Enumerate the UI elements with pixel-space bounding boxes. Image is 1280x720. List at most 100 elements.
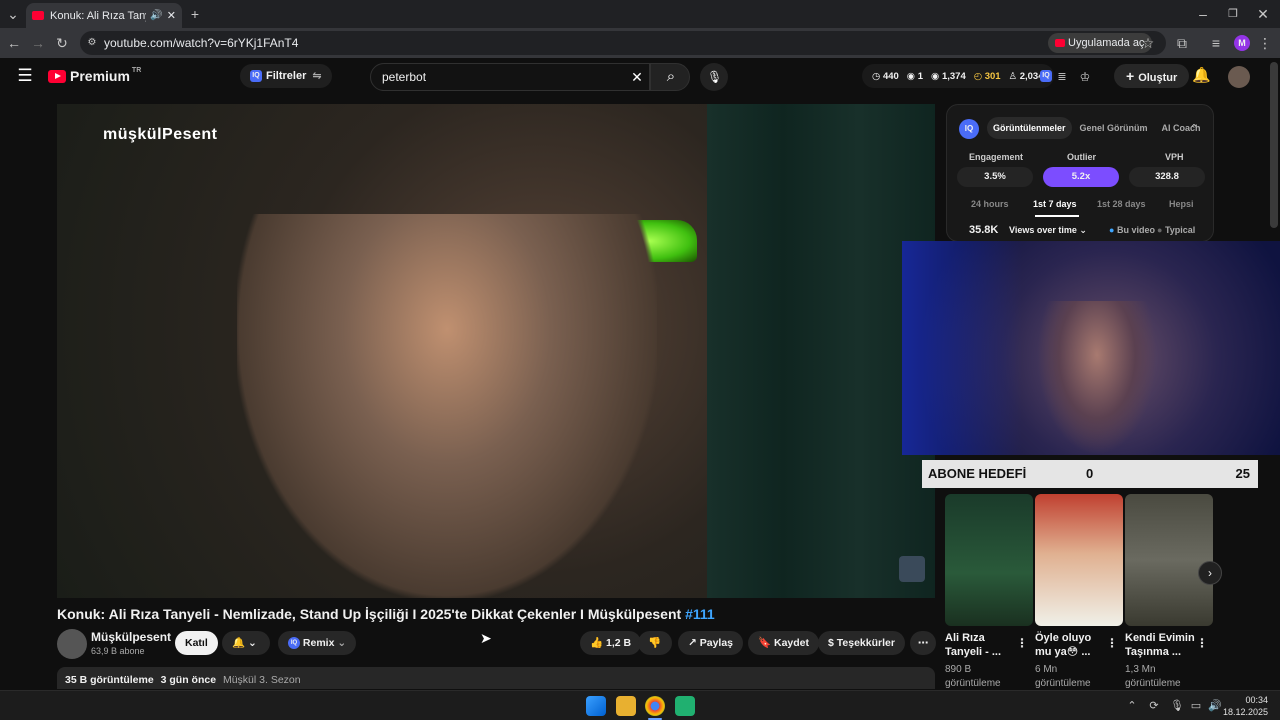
list-icon[interactable]: ≣ [1055,69,1069,85]
clear-search-icon[interactable]: ✕ [630,69,644,85]
trophy-icon[interactable]: ♔ [1078,69,1092,85]
video-title-text: Konuk: Ali Rıza Tanyeli - Nemlizade, Sta… [57,606,682,622]
collapse-chevron-icon[interactable]: ⌃ [1187,121,1201,137]
profile-avatar[interactable]: M [1234,35,1250,51]
channel-name[interactable]: Müşkülpesent [91,630,171,644]
back-icon[interactable]: ← [6,35,22,51]
description-box[interactable]: 35 B görüntüleme 3 gün önce Müşkül 3. Se… [57,667,935,689]
tab-close-icon[interactable]: ✕ [167,9,176,22]
voice-search-button[interactable]: 🎙 [700,63,728,91]
file-explorer-icon[interactable] [616,696,636,716]
channel-branding-icon[interactable] [899,556,925,582]
metric-engagement-label: Engagement [969,152,1024,162]
rec-more-icon-2[interactable]: ⋮ [1106,636,1118,650]
range-7d[interactable]: 1st 7 days [1033,199,1077,209]
more-actions-icon[interactable]: ⋯ [910,631,936,655]
metric-vph-value: 328.8 [1129,167,1205,187]
reload-icon[interactable]: ↻ [54,35,70,51]
media-queue-icon[interactable]: ≡ [1208,35,1224,51]
video-player[interactable]: müşkülPesent [57,104,935,598]
window-close-icon[interactable]: ✕ [1256,6,1270,22]
remix-button[interactable]: IQ Remix ⌄ [278,631,357,655]
tab-overview[interactable]: Genel Görünüm [1074,117,1154,139]
bookmark-star-icon[interactable]: ☆ [1140,35,1156,51]
hamburger-menu-icon[interactable]: ☰ [16,67,34,84]
tray-sync-icon[interactable]: ⟳ [1148,698,1160,714]
dislike-button[interactable]: 👎 [638,631,672,655]
video-hashtag[interactable]: #111 [685,606,715,622]
taskbar-clock[interactable]: 00:34 18.12.2025 [1223,694,1268,718]
app-icon[interactable] [675,696,695,716]
like-button[interactable]: 👍 1,2 B [580,631,642,655]
windows-start-icon[interactable] [586,696,606,716]
rec-more-icon-1[interactable]: ⋮ [1016,636,1028,650]
tray-volume-icon[interactable]: 🔊 [1208,698,1222,714]
series-tag[interactable]: Müşkül 3. Sezon [223,674,301,686]
extensions-icon[interactable]: ⧉ [1174,35,1190,51]
youtube-play-icon [48,69,66,83]
browser-menu-icon[interactable]: ⋮ [1258,35,1272,51]
rec-title-2[interactable]: Öyle oluyo mu ya😳 ... [1035,631,1107,659]
legend-typical: ● Typical [1157,225,1196,235]
bell-icon: 🔔 [232,637,246,649]
rec-thumbnail-2[interactable] [1035,494,1123,626]
tray-display-icon[interactable]: ▭ [1190,698,1202,714]
browser-tab[interactable]: Konuk: Ali Rıza Tanyeli - Ne 🔊 ✕ [26,3,182,28]
sliders-icon: ⇋ [312,70,322,82]
share-button[interactable]: ↗ Paylaş [678,631,744,655]
tab-audio-icon[interactable]: 🔊 [150,10,162,21]
person-icon: ♙ [1008,70,1018,82]
stat-views: ◉ 1,374 [931,70,966,82]
account-avatar[interactable] [1228,66,1250,88]
page-scrollbar[interactable] [1270,62,1278,228]
save-button[interactable]: 🔖 Kaydet [748,631,820,655]
thanks-button[interactable]: $ Teşekkürler [818,631,905,655]
goal-label: ABONE HEDEFİ [928,466,1027,481]
range-all[interactable]: Hepsi [1169,199,1194,209]
tab-views[interactable]: Görüntülenmeler [987,117,1072,139]
vidiq-icon[interactable]: IQ [1040,70,1052,82]
rec-more-icon-3[interactable]: ⋮ [1196,636,1208,650]
channel-avatar[interactable] [57,629,87,659]
restore-icon[interactable]: ❐ [1226,6,1240,22]
filters-button[interactable]: IQ Filtreler ⇋ [240,64,332,88]
range-active-underline [1035,215,1079,217]
thanks-icon: $ [828,637,834,649]
tray-mic-icon[interactable]: 🎙 [1170,698,1184,714]
logo-text: Premium [70,68,130,84]
join-button[interactable]: Katıl [175,631,218,655]
extension-iq-icon: IQ [250,70,262,83]
youtube-logo[interactable]: Premium TR [48,67,141,84]
rec-next-icon[interactable]: › [1198,561,1222,585]
open-in-app-button[interactable]: Uygulamada aç [1048,33,1153,53]
goal-target: 25 [1235,466,1250,481]
youtube-header: ☰ Premium TR IQ Filtreler ⇋ peterbot ✕ ⌕ 🎙… [0,58,1280,96]
search-icon: ⌕ [666,68,676,85]
views-mode-dropdown[interactable]: Views over time ⌄ [1009,225,1087,236]
rec-thumbnail-1[interactable] [945,494,1033,626]
notifications-bell-icon[interactable]: 🔔 [1192,68,1211,84]
chrome-icon[interactable] [645,696,665,716]
windows-taskbar: ⌃ ⟳ 🎙 ▭ 🔊 00:34 18.12.2025 [0,690,1280,720]
range-24h[interactable]: 24 hours [971,199,1009,209]
new-tab-icon[interactable]: + [188,6,202,22]
rec-title-3[interactable]: Kendi Evimin Taşınma ... [1125,631,1197,659]
subscription-bell-button[interactable]: 🔔 ⌄ [222,631,270,655]
url-field[interactable]: youtube.com/watch?v=6rYKj1FAnT4 [80,31,1166,55]
stat-subscribers: ♙ 2,034 [1008,70,1044,82]
range-28d[interactable]: 1st 28 days [1097,199,1146,209]
youtube-favicon-icon [32,11,44,20]
rec-title-1[interactable]: Ali Rıza Tanyeli - ... [945,631,1017,659]
search-button[interactable]: ⌕ [650,63,690,91]
tray-chevron-up-icon[interactable]: ⌃ [1126,698,1138,714]
forward-icon[interactable]: → [30,35,46,51]
tab-search-icon[interactable]: ⌄ [6,6,20,22]
webcam-streamer [1037,301,1157,455]
bookmark-icon: 🔖 [758,637,772,649]
search-input[interactable]: peterbot [370,63,650,91]
site-info-icon[interactable]: ⚙ [86,35,98,51]
rec-thumbnail-3[interactable] [1125,494,1213,626]
minimize-icon[interactable]: – [1196,6,1210,22]
create-button[interactable]: + Oluştur [1114,64,1190,88]
save-label: Kaydet [774,637,810,649]
